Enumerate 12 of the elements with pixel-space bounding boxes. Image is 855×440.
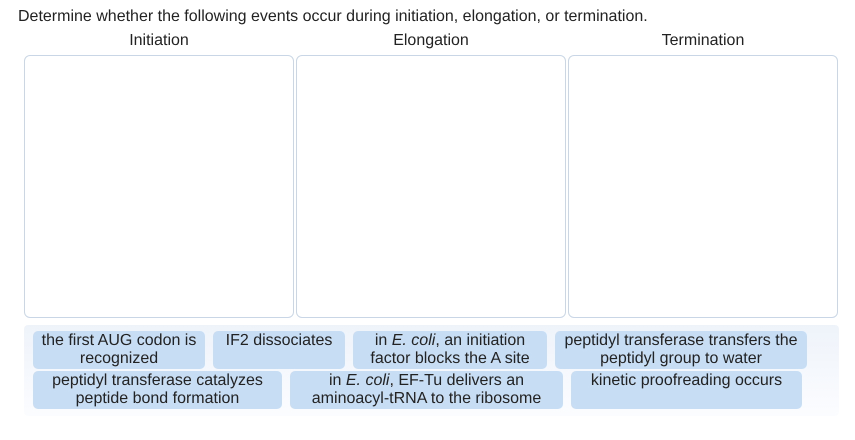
category-heading: Elongation: [393, 31, 469, 51]
category-heading: Initiation: [129, 31, 189, 51]
category-heading: Termination: [662, 31, 744, 51]
answer-chip[interactable]: kinetic proofreading occurs: [571, 371, 802, 409]
answer-chip[interactable]: in E. coli, an initiation factor blocks the A site: [353, 331, 547, 369]
drop-zone[interactable]: [296, 55, 566, 318]
answer-chip[interactable]: IF2 dissociates: [213, 331, 345, 369]
drop-zone[interactable]: [24, 55, 294, 318]
answer-chip[interactable]: in E. coli, EF-Tu delivers an aminoacyl-tRNA to the ribosome: [290, 371, 563, 409]
instruction-text: Determine whether the following events occur during initiation, elongation, or termination.: [17, 7, 648, 27]
drop-zone[interactable]: [568, 55, 838, 318]
answer-chip[interactable]: peptidyl transferase catalyzes peptide bond formation: [33, 371, 282, 409]
